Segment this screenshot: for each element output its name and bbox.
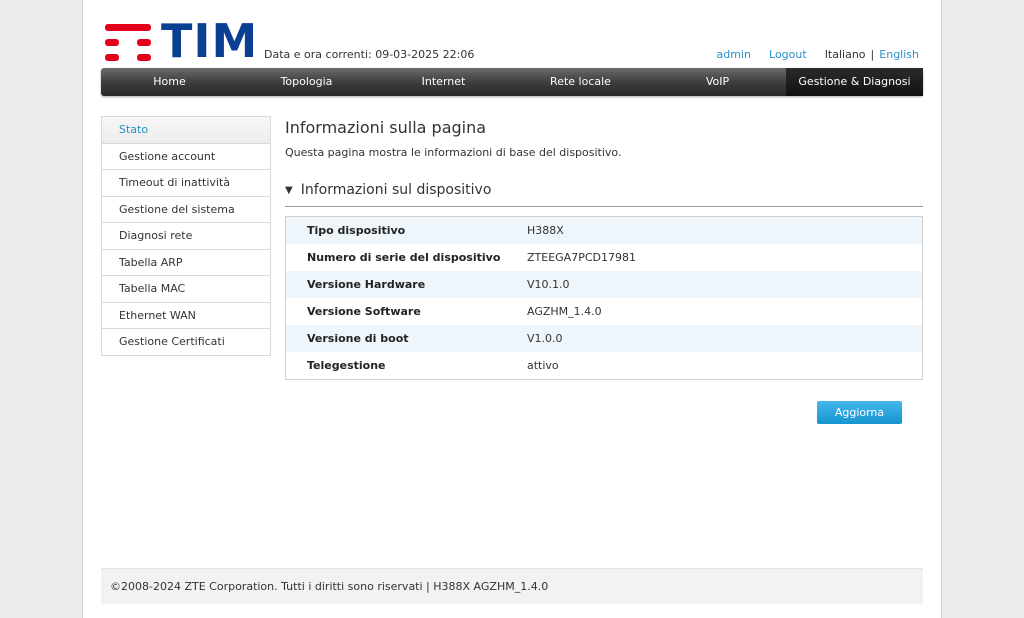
table-row: Tipo dispositivo H388X	[286, 217, 922, 244]
row-label: Numero di serie del dispositivo	[307, 251, 501, 264]
current-datetime: Data e ora correnti: 09-03-2025 22:06	[264, 48, 475, 61]
nav-internet[interactable]: Internet	[375, 68, 512, 96]
tim-logo-stripes-icon	[105, 24, 151, 62]
sidebar-item-timeout[interactable]: Timeout di inattività	[102, 170, 270, 197]
sidebar-item-tabella-arp[interactable]: Tabella ARP	[102, 250, 270, 276]
table-row: Versione Hardware V10.1.0	[286, 271, 922, 298]
section-header[interactable]: ▼ Informazioni sul dispositivo	[285, 182, 923, 207]
language-english-link[interactable]: English	[879, 48, 919, 61]
table-row: Numero di serie del dispositivo ZTEEGA7P…	[286, 244, 922, 271]
row-label: Versione Hardware	[307, 278, 426, 291]
row-value: V1.0.0	[527, 332, 563, 345]
refresh-button[interactable]: Aggiorna	[817, 401, 902, 424]
nav-gestione-diagnosi[interactable]: Gestione & Diagnosi	[786, 68, 923, 96]
sidebar-item-stato[interactable]: Stato	[102, 117, 270, 144]
nav-home[interactable]: Home	[101, 68, 238, 96]
language-current: Italiano	[824, 48, 866, 61]
page-container: TIM Data e ora correnti: 09-03-2025 22:0…	[82, 0, 942, 618]
brand-name: TIM	[161, 14, 259, 68]
logout-link[interactable]: Logout	[769, 48, 807, 61]
row-label: Telegestione	[307, 359, 386, 372]
footer: ©2008-2024 ZTE Corporation. Tutti i diri…	[101, 568, 923, 604]
nav-topologia[interactable]: Topologia	[238, 68, 375, 96]
nav-voip[interactable]: VoIP	[649, 68, 786, 96]
row-label: Versione Software	[307, 305, 421, 318]
sidebar: Stato Gestione account Timeout di inatti…	[101, 116, 271, 356]
sidebar-item-tabella-mac[interactable]: Tabella MAC	[102, 276, 270, 303]
row-value: ZTEEGA7PCD17981	[527, 251, 636, 264]
table-row: Versione di boot V1.0.0	[286, 325, 922, 352]
top-links: admin Logout Italiano | English	[717, 48, 919, 61]
page-title: Informazioni sulla pagina	[285, 118, 487, 137]
table-row: Versione Software AGZHM_1.4.0	[286, 298, 922, 325]
sidebar-item-ethernet-wan[interactable]: Ethernet WAN	[102, 303, 270, 329]
sidebar-item-gestione-certificati[interactable]: Gestione Certificati	[102, 329, 270, 356]
sidebar-item-diagnosi-rete[interactable]: Diagnosi rete	[102, 223, 270, 250]
page-description: Questa pagina mostra le informazioni di …	[285, 146, 622, 159]
section-title: Informazioni sul dispositivo	[300, 182, 492, 198]
row-value: H388X	[527, 224, 564, 237]
device-info-table: Tipo dispositivo H388X Numero di serie d…	[285, 216, 923, 380]
row-value: AGZHM_1.4.0	[527, 305, 602, 318]
collapse-triangle-icon[interactable]: ▼	[285, 185, 293, 196]
row-label: Tipo dispositivo	[307, 224, 406, 237]
row-label: Versione di boot	[307, 332, 409, 345]
user-link[interactable]: admin	[717, 48, 751, 61]
main-nav: Home Topologia Internet Rete locale VoIP…	[101, 68, 923, 96]
table-row: Telegestione attivo	[286, 352, 922, 379]
language-separator: |	[870, 48, 875, 61]
nav-rete-locale[interactable]: Rete locale	[512, 68, 649, 96]
row-value: V10.1.0	[527, 278, 570, 291]
sidebar-item-gestione-sistema[interactable]: Gestione del sistema	[102, 197, 270, 223]
sidebar-item-gestione-account[interactable]: Gestione account	[102, 144, 270, 170]
row-value: attivo	[527, 359, 559, 372]
